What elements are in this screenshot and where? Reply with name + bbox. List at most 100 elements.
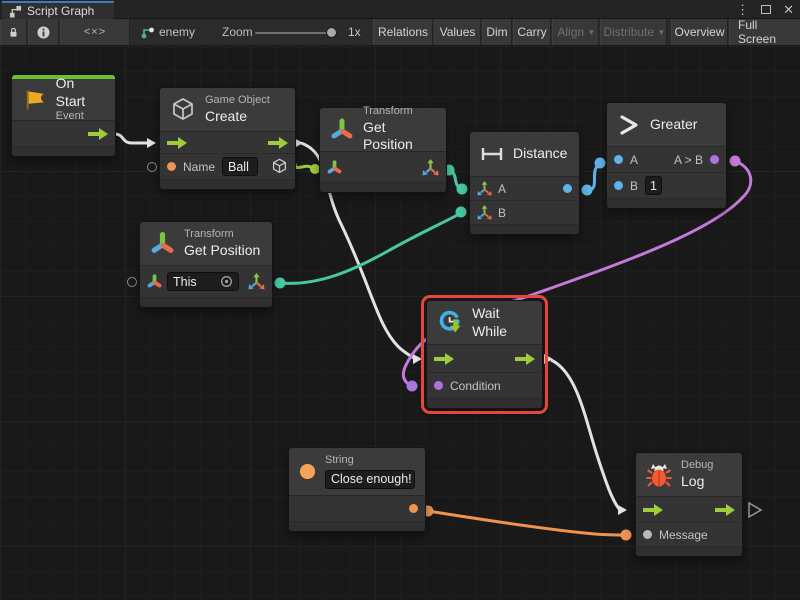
flow-input-port[interactable] — [643, 504, 663, 516]
flow-output-port[interactable] — [715, 504, 735, 516]
node-wait-while[interactable]: Wait While Condition — [427, 301, 542, 408]
chevron-down-icon: ▾ — [659, 27, 664, 38]
relations-button[interactable]: Relations — [373, 19, 433, 45]
node-type: Event — [56, 110, 105, 124]
port-label: Name — [183, 160, 215, 174]
window-tab-bar: Script Graph ⋮ ✕ — [0, 0, 800, 19]
graph-name-label: enemy — [159, 19, 195, 45]
wait-clock-icon — [437, 308, 464, 338]
node-title: Greater — [650, 116, 697, 134]
gameobject-cube-icon — [170, 97, 196, 123]
string-output-port[interactable] — [409, 504, 418, 513]
transform-icon — [330, 117, 354, 142]
vector-output-port[interactable] — [248, 273, 265, 290]
info-icon — [37, 26, 50, 39]
distance-icon — [480, 146, 504, 162]
lock-icon — [9, 26, 18, 39]
node-distance[interactable]: Distance A B — [470, 132, 579, 234]
flow-output-port[interactable] — [88, 128, 108, 140]
transform-input-port[interactable] — [147, 274, 162, 289]
number-input-port[interactable] — [614, 181, 623, 190]
greater-icon — [617, 113, 641, 137]
node-title: Wait While — [472, 305, 532, 340]
port-label-message: Message — [659, 528, 708, 542]
code-preview-button[interactable]: <×> — [60, 19, 130, 45]
port-label-b: B — [630, 179, 638, 193]
string-input-port[interactable] — [167, 162, 176, 171]
align-label: Align — [557, 25, 584, 39]
message-input-port[interactable] — [643, 530, 652, 539]
node-type: Game Object — [205, 94, 270, 108]
port-label-condition: Condition — [450, 379, 501, 393]
carry-button[interactable]: Carry — [513, 19, 551, 45]
graph-icon — [9, 5, 22, 18]
node-get-position-a[interactable]: Transform Get Position — [320, 108, 446, 192]
condition-input-port[interactable] — [434, 381, 443, 390]
values-button[interactable]: Values — [434, 19, 481, 45]
number-input-port[interactable] — [614, 155, 623, 164]
node-title: Log — [681, 473, 713, 491]
chevron-down-icon: ▾ — [589, 27, 594, 38]
lock-button[interactable] — [0, 19, 27, 45]
node-create-gameobject[interactable]: Game Object Create Name Ball — [160, 88, 295, 189]
overview-button[interactable]: Overview — [671, 19, 728, 45]
vector-input-port[interactable] — [477, 205, 492, 220]
node-get-position-b[interactable]: Transform Get Position This — [140, 222, 272, 307]
node-on-start[interactable]: On Start Event — [12, 75, 115, 156]
node-title: Get Position — [184, 242, 260, 260]
gameobject-output-port[interactable] — [271, 158, 288, 175]
flow-input-port[interactable] — [167, 137, 187, 149]
dim-button[interactable]: Dim — [482, 19, 512, 45]
node-string-literal[interactable]: String Close enough! — [289, 448, 425, 531]
vector-input-port[interactable] — [477, 181, 492, 196]
zoom-label: Zoom — [222, 19, 253, 45]
info-button[interactable] — [28, 19, 59, 45]
node-type: Transform — [184, 228, 260, 242]
window-menu-icon[interactable]: ⋮ — [736, 3, 749, 16]
distribute-label: Distribute — [603, 25, 654, 39]
node-title: On Start — [56, 75, 105, 110]
string-value-field[interactable]: Close enough! — [325, 470, 415, 489]
target-value: This — [173, 275, 197, 289]
flow-output-port[interactable] — [515, 353, 535, 365]
b-value-field[interactable]: 1 — [645, 176, 662, 195]
transform-icon — [150, 231, 175, 256]
flow-output-port[interactable] — [268, 137, 288, 149]
zoom-value: 1x — [348, 19, 361, 45]
debug-bug-icon — [646, 462, 672, 488]
port-label-b: B — [498, 206, 506, 220]
unity-script-graph-window: Script Graph ⋮ ✕ <×> en — [0, 0, 800, 600]
node-title: Create — [205, 108, 270, 126]
port-label-a: A — [498, 182, 506, 196]
graph-toolbar: <×> enemy Zoom 1x Relations Values Dim C… — [0, 19, 800, 46]
align-button[interactable]: Align ▾ — [552, 19, 599, 45]
bool-output-port[interactable] — [710, 155, 719, 164]
vector-output-port[interactable] — [422, 159, 439, 176]
tab-title: Script Graph — [27, 4, 94, 18]
unconnected-port-circle — [147, 162, 157, 172]
port-label-a: A — [630, 153, 638, 167]
node-type: Debug — [681, 459, 713, 473]
fullscreen-button[interactable]: Full Screen — [729, 19, 800, 45]
transform-input-port[interactable] — [327, 160, 342, 175]
node-greater[interactable]: Greater A A > B B 1 — [607, 103, 726, 208]
zoom-slider-track[interactable] — [255, 32, 331, 34]
name-value-field[interactable]: Ball — [222, 157, 258, 176]
node-title: Distance — [513, 145, 567, 163]
string-icon — [299, 458, 316, 485]
flow-input-port[interactable] — [434, 353, 454, 365]
number-output-port[interactable] — [563, 184, 572, 193]
target-value-field[interactable]: This — [167, 272, 239, 291]
node-debug-log[interactable]: Debug Log Message — [636, 453, 742, 556]
zoom-slider-handle[interactable] — [326, 27, 337, 38]
node-type: Transform — [363, 105, 436, 119]
node-title: Get Position — [363, 119, 436, 154]
unconnected-port-circle — [127, 277, 137, 287]
distribute-button[interactable]: Distribute ▾ — [600, 19, 667, 45]
object-picker-icon[interactable] — [220, 275, 233, 288]
node-type: String — [325, 454, 415, 468]
tab-script-graph[interactable]: Script Graph — [2, 1, 114, 19]
window-close-icon[interactable]: ✕ — [783, 3, 794, 16]
window-maximize-icon[interactable] — [761, 5, 771, 14]
flag-icon — [22, 87, 47, 113]
